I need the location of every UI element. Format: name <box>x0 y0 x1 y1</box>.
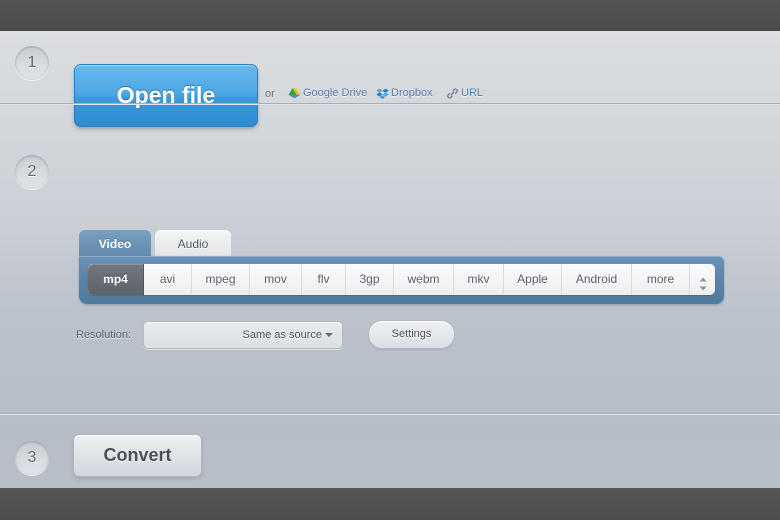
format-option-apple[interactable]: Apple <box>504 264 562 295</box>
resolution-label: Resolution: <box>76 329 131 341</box>
format-option-avi[interactable]: avi <box>144 264 192 295</box>
format-option-webm[interactable]: webm <box>394 264 454 295</box>
tab-video[interactable]: Video <box>79 230 151 258</box>
format-option-mkv[interactable]: mkv <box>454 264 504 295</box>
format-option-more[interactable]: more <box>632 264 690 295</box>
chevron-down-icon <box>325 333 333 337</box>
format-option-mpeg[interactable]: mpeg <box>192 264 250 295</box>
url-link[interactable]: URL <box>446 87 483 99</box>
format-option-flv[interactable]: flv <box>302 264 346 295</box>
format-stepper[interactable] <box>690 264 715 295</box>
or-label: or <box>265 88 275 100</box>
tab-audio[interactable]: Audio <box>155 230 231 258</box>
dropbox-label: Dropbox <box>391 87 433 99</box>
step-number-2: 2 <box>15 155 49 189</box>
step-number-3: 3 <box>15 441 49 475</box>
google-drive-icon <box>288 87 301 100</box>
url-label: URL <box>461 87 483 99</box>
convert-button[interactable]: Convert <box>73 434 202 477</box>
up-down-stepper-icon <box>698 272 707 287</box>
link-icon <box>446 87 459 100</box>
dropbox-icon <box>376 87 389 100</box>
resolution-select[interactable]: Same as source <box>143 321 343 349</box>
window-top-bar <box>0 0 780 31</box>
converter-app: 1 Open file or Google Drive <box>0 0 780 520</box>
step-1-section: 1 Open file or Google Drive <box>0 31 780 104</box>
dropbox-link[interactable]: Dropbox <box>376 87 433 99</box>
step-3-section: 3 Convert <box>0 415 780 488</box>
page-body: 1 Open file or Google Drive <box>0 31 780 488</box>
settings-button[interactable]: Settings <box>368 320 455 349</box>
step-number-1: 1 <box>15 46 49 80</box>
format-option-mp4[interactable]: mp4 <box>88 264 144 295</box>
window-bottom-bar <box>0 488 780 520</box>
format-option-android[interactable]: Android <box>562 264 632 295</box>
format-option-mov[interactable]: mov <box>250 264 302 295</box>
google-drive-link[interactable]: Google Drive <box>288 87 367 99</box>
format-bar: mp4 avi mpeg mov flv 3gp webm mkv Apple … <box>88 264 715 295</box>
format-panel: mp4 avi mpeg mov flv 3gp webm mkv Apple … <box>79 256 724 304</box>
step-2-section: 2 Video Audio mp4 avi mpeg mov flv 3gp w… <box>0 105 780 414</box>
resolution-value: Same as source <box>243 322 322 348</box>
google-drive-label: Google Drive <box>303 87 367 99</box>
format-option-3gp[interactable]: 3gp <box>346 264 394 295</box>
